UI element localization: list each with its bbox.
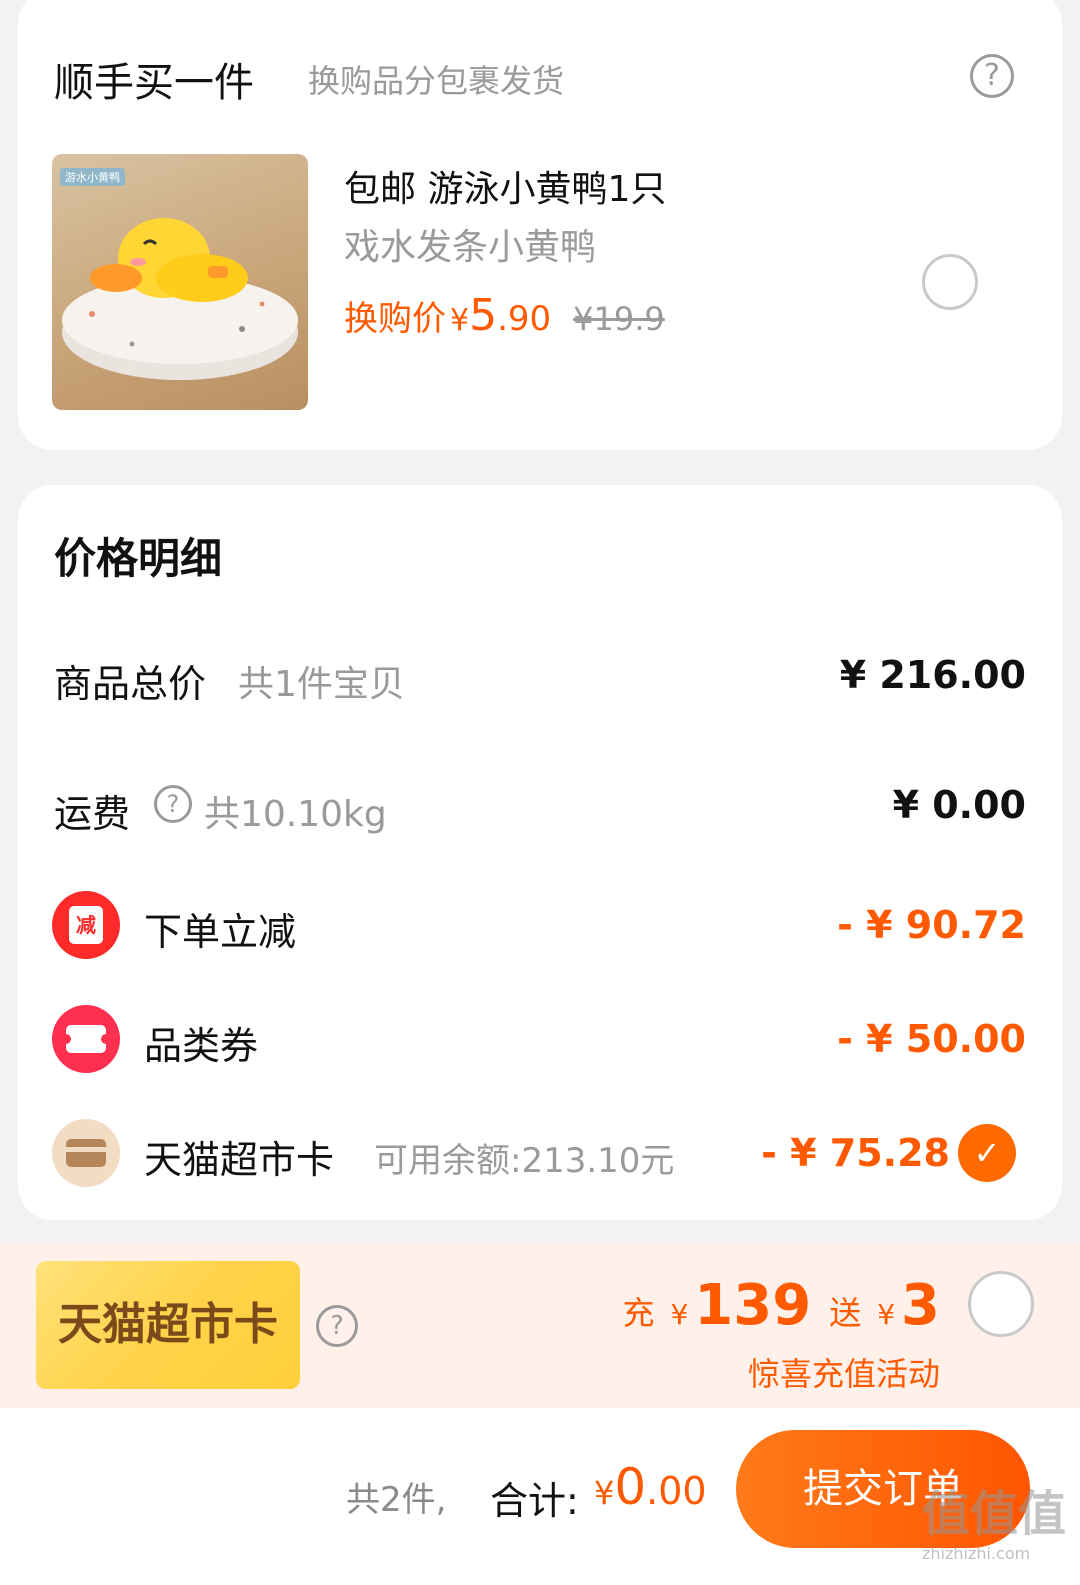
recharge-promo-band: 天猫超市卡 ? 充 ¥ 139 送 ¥ 3 惊喜充值活动: [0, 1243, 1080, 1408]
instant-discount-label: 下单立减: [144, 910, 297, 954]
recharge-currency: ¥: [670, 1298, 689, 1331]
watermark-url: zhizhizhi.com: [922, 1544, 1031, 1563]
addon-select-radio[interactable]: [922, 254, 978, 310]
reduce-badge-text: 减: [69, 906, 103, 944]
supermarket-card-value: - ¥ 75.28: [761, 1131, 950, 1175]
product-price: 换购价 ¥ 5 .90 ¥19.9: [344, 290, 665, 341]
bonus-prefix: 送: [829, 1294, 862, 1332]
shipping-sub: 共10.10kg: [204, 794, 387, 835]
total-integer: 0: [614, 1458, 647, 1516]
addon-subtitle: 换购品分包裹发货: [308, 62, 565, 100]
checkout-bar: 共2件, 合计: ¥ 0 .00 提交订单 值值值 zhizhizhi.com: [0, 1408, 1080, 1585]
addon-card: 顺手买一件 换购品分包裹发货 ? 游水小黄鸭 包邮 游泳小黄鸭1只 戏水发条小黄…: [18, 0, 1062, 450]
shipping-value: ¥ 0.00: [892, 783, 1026, 827]
total-label: 合计:: [490, 1479, 579, 1523]
supermarket-card-banner[interactable]: 天猫超市卡: [36, 1261, 300, 1389]
total-amount: ¥ 0 .00: [594, 1458, 707, 1516]
supermarket-card-checkbox[interactable]: ✓: [958, 1124, 1016, 1182]
product-subtitle: 戏水发条小黄鸭: [344, 227, 597, 268]
product-thumbnail-tag: 游水小黄鸭: [60, 168, 125, 186]
total-decimal: .00: [646, 1469, 707, 1513]
total-currency: ¥: [594, 1474, 615, 1512]
recharge-select-radio[interactable]: [968, 1271, 1034, 1337]
bonus-currency: ¥: [877, 1298, 896, 1331]
ticket-icon: [52, 1005, 120, 1073]
goods-total-label: 商品总价: [54, 662, 207, 706]
price-detail-card: 价格明细 商品总价 共1件宝贝 ¥ 216.00 运费 ? 共10.10kg ¥…: [18, 485, 1062, 1220]
price-detail-title: 价格明细: [54, 534, 223, 583]
product-thumbnail[interactable]: 游水小黄鸭: [52, 154, 308, 410]
recharge-prefix: 充: [622, 1294, 655, 1332]
bonus-amount: 3: [901, 1273, 940, 1338]
card-icon: [52, 1119, 120, 1187]
reduce-badge-icon: 减: [52, 891, 120, 959]
category-coupon-value[interactable]: - ¥ 50.00: [837, 1017, 1026, 1061]
addon-title: 顺手买一件: [54, 60, 254, 106]
recharge-note: 惊喜充值活动: [747, 1355, 940, 1393]
watermark-logo: 值值值: [922, 1486, 1067, 1542]
item-count: 共2件,: [346, 1480, 447, 1520]
supermarket-card-label: 天猫超市卡: [144, 1138, 335, 1182]
question-circle-icon[interactable]: ?: [154, 785, 192, 823]
recharge-amount: 139: [694, 1273, 812, 1338]
price-currency: ¥: [450, 303, 470, 338]
product-title[interactable]: 包邮 游泳小黄鸭1只: [344, 160, 666, 212]
original-price: ¥19.9: [573, 300, 665, 338]
question-circle-icon[interactable]: ?: [316, 1305, 358, 1347]
instant-discount-value: - ¥ 90.72: [837, 903, 1026, 947]
price-integer: 5: [469, 290, 498, 341]
shipping-label: 运费: [54, 792, 131, 836]
category-coupon-label[interactable]: 品类券: [144, 1015, 258, 1070]
supermarket-card-balance: 可用余额:213.10元: [374, 1141, 675, 1181]
question-circle-icon[interactable]: ?: [970, 54, 1014, 98]
duck-image-icon: [62, 218, 298, 380]
goods-total-sub: 共1件宝贝: [238, 664, 405, 705]
goods-total-value: ¥ 216.00: [839, 653, 1026, 697]
recharge-offer: 充 ¥ 139 送 ¥ 3: [622, 1273, 940, 1338]
price-label: 换购价: [344, 299, 446, 339]
price-decimal: .90: [497, 299, 552, 339]
